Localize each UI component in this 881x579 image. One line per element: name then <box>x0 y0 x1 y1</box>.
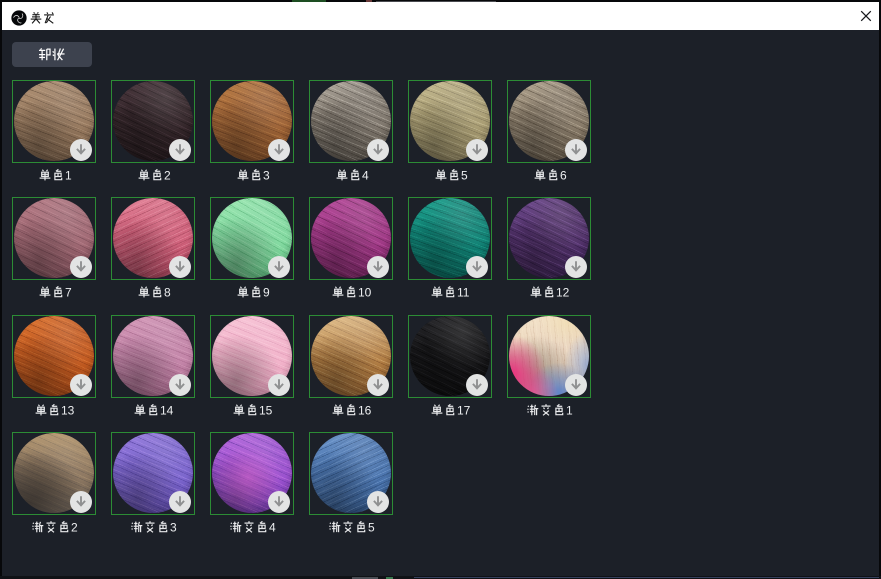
svg-text:10: 10 <box>358 286 372 300</box>
svg-text:1: 1 <box>566 404 573 418</box>
svg-text:3: 3 <box>170 521 177 535</box>
svg-text:11: 11 <box>457 286 470 300</box>
svg-text:7: 7 <box>65 286 72 300</box>
svg-text:8: 8 <box>164 286 171 300</box>
svg-text:15: 15 <box>259 404 273 418</box>
svg-text:17: 17 <box>457 404 471 418</box>
svg-text:9: 9 <box>263 286 270 300</box>
svg-text:5: 5 <box>368 521 375 535</box>
svg-text:12: 12 <box>556 286 570 300</box>
svg-text:2: 2 <box>164 169 171 183</box>
svg-text:5: 5 <box>461 169 468 183</box>
svg-text:1: 1 <box>65 169 72 183</box>
svg-text:13: 13 <box>61 404 75 418</box>
svg-text:6: 6 <box>560 169 567 183</box>
svg-text:16: 16 <box>358 404 372 418</box>
svg-text:4: 4 <box>362 169 369 183</box>
svg-text:2: 2 <box>71 521 78 535</box>
svg-text:4: 4 <box>269 521 276 535</box>
svg-text:14: 14 <box>160 404 174 418</box>
svg-text:3: 3 <box>263 169 270 183</box>
